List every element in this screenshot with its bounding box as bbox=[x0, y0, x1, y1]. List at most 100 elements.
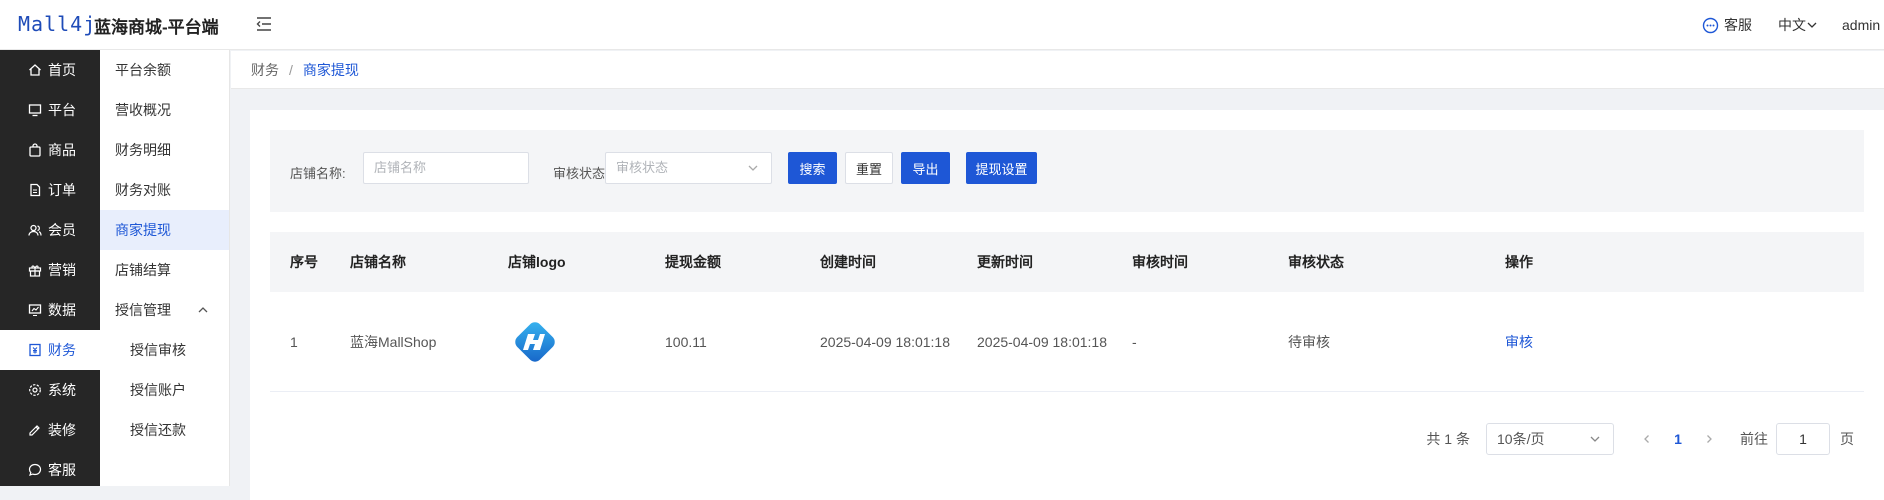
withdrawal-settings-button[interactable]: 提现设置 bbox=[966, 152, 1037, 184]
chevron-down-icon bbox=[1590, 436, 1600, 442]
chevron-right-icon bbox=[1707, 435, 1712, 443]
column-header: 提现金额 bbox=[665, 254, 721, 270]
status-placeholder: 审核状态 bbox=[616, 160, 669, 175]
submenu-item-shop-settlement[interactable]: 店铺结算 bbox=[100, 250, 229, 290]
sidebar-item-finance[interactable]: 财务 bbox=[0, 330, 100, 370]
sidebar-item-label: 客服 bbox=[48, 462, 76, 478]
submenu-item-credit-account[interactable]: 授信账户 bbox=[100, 370, 229, 410]
sidebar-item-label: 营销 bbox=[48, 262, 76, 278]
sidebar-item-members[interactable]: 会员 bbox=[0, 210, 100, 250]
column-header: 审核状态 bbox=[1288, 254, 1344, 270]
sidebar-item-data[interactable]: 数据 bbox=[0, 290, 100, 330]
table-header: 序号 店铺名称 店铺logo 提现金额 创建时间 更新时间 审核时间 审核状态 … bbox=[270, 232, 1864, 292]
language-select[interactable]: 中文 bbox=[1778, 15, 1818, 35]
submenu-item-label: 授信管理 bbox=[115, 302, 171, 318]
chevron-down-icon bbox=[1807, 22, 1817, 28]
breadcrumb: 财务 / 商家提现 bbox=[231, 51, 1884, 89]
row-index: 1 bbox=[290, 333, 298, 350]
row-shop-logo bbox=[508, 292, 562, 391]
chat-icon bbox=[28, 463, 42, 476]
column-header: 序号 bbox=[290, 254, 318, 270]
document-icon bbox=[30, 183, 41, 197]
home-icon bbox=[29, 64, 41, 76]
sidebar-item-orders[interactable]: 订单 bbox=[0, 170, 100, 210]
sidebar-item-label: 平台 bbox=[48, 102, 76, 118]
chart-icon bbox=[28, 304, 42, 317]
sidebar-item-marketing[interactable]: 营销 bbox=[0, 250, 100, 290]
status-label: 审核状态: bbox=[553, 166, 609, 181]
language-label: 中文 bbox=[1778, 17, 1806, 33]
submenu-item-finance-details[interactable]: 财务明细 bbox=[100, 130, 229, 170]
row-status: 待审核 bbox=[1288, 333, 1330, 350]
sidebar-item-label: 商品 bbox=[48, 142, 76, 158]
sidebar-item-label: 首页 bbox=[48, 62, 76, 78]
user-menu[interactable]: admin bbox=[1842, 17, 1884, 33]
breadcrumb-current: 商家提现 bbox=[302, 61, 359, 78]
brush-icon bbox=[29, 425, 40, 436]
menu-collapse-icon[interactable] bbox=[255, 15, 273, 33]
total-count: 共 1 条 bbox=[1426, 431, 1470, 447]
chevron-up-icon bbox=[198, 307, 208, 313]
breadcrumb-separator: / bbox=[289, 61, 293, 78]
sidebar-item-home[interactable]: 首页 bbox=[0, 50, 100, 90]
column-header: 创建时间 bbox=[820, 254, 876, 270]
goto-page-input[interactable]: 1 bbox=[1776, 423, 1830, 455]
export-button[interactable]: 导出 bbox=[901, 152, 950, 184]
status-select[interactable]: 审核状态 bbox=[605, 152, 772, 184]
shop-logo-image bbox=[515, 321, 555, 362]
pagination: 共 1 条 10条/页 1 前往 1 页 bbox=[1426, 422, 1854, 456]
audit-link[interactable]: 审核 bbox=[1505, 332, 1533, 352]
submenu-item-platform-balance[interactable]: 平台余额 bbox=[100, 50, 229, 90]
logo: Mall4j bbox=[18, 12, 97, 36]
reset-button[interactable]: 重置 bbox=[845, 152, 893, 184]
sidebar-item-service[interactable]: 客服 bbox=[0, 450, 100, 490]
gear-icon bbox=[29, 384, 41, 396]
top-bar: Mall4j 蓝海商城-平台端 客服 中文 admin bbox=[0, 0, 1884, 50]
prev-page-button[interactable] bbox=[1636, 431, 1658, 447]
sidebar-item-decoration[interactable]: 装修 bbox=[0, 410, 100, 450]
chevron-down-icon bbox=[748, 165, 758, 171]
primary-sidebar: 首页 平台 商品 订单 会员 营销 数据 财务 系统 装修 客服 bbox=[0, 50, 100, 486]
breadcrumb-parent[interactable]: 财务 bbox=[251, 60, 279, 80]
submenu-item-revenue-overview[interactable]: 营收概况 bbox=[100, 90, 229, 130]
app-title: 蓝海商城-平台端 bbox=[94, 18, 219, 37]
main-card: 店铺名称: 店铺名称 审核状态: 审核状态 搜索 重置 导出 提现设置 序号 店… bbox=[250, 110, 1884, 500]
users-icon bbox=[28, 224, 42, 236]
sidebar-item-label: 装修 bbox=[48, 422, 76, 438]
column-header: 店铺名称 bbox=[350, 254, 406, 270]
next-page-button[interactable] bbox=[1698, 431, 1720, 447]
page-size-label: 10条/页 bbox=[1497, 431, 1545, 447]
shop-name-label: 店铺名称: bbox=[290, 166, 346, 181]
page-size-select[interactable]: 10条/页 bbox=[1486, 423, 1614, 455]
submenu-item-merchant-withdrawal[interactable]: 商家提现 bbox=[100, 210, 229, 250]
page-number[interactable]: 1 bbox=[1658, 431, 1698, 447]
sidebar-item-platform[interactable]: 平台 bbox=[0, 90, 100, 130]
row-created-time: 2025-04-09 18:01:18 bbox=[820, 333, 950, 350]
chat-icon bbox=[1702, 17, 1719, 33]
monitor-icon bbox=[28, 104, 42, 117]
column-header: 店铺logo bbox=[508, 254, 566, 270]
shop-name-input[interactable]: 店铺名称 bbox=[363, 152, 529, 184]
row-shop-name: 蓝海MallShop bbox=[350, 333, 437, 350]
customer-service-button[interactable]: 客服 bbox=[1702, 15, 1752, 35]
goto-label: 前往 bbox=[1740, 431, 1768, 447]
sidebar-item-label: 会员 bbox=[48, 222, 76, 238]
sidebar-item-label: 订单 bbox=[48, 182, 76, 198]
submenu-item-credit-repayment[interactable]: 授信还款 bbox=[100, 410, 229, 450]
submenu-item-credit-management[interactable]: 授信管理 bbox=[100, 290, 229, 330]
chevron-left-icon bbox=[1644, 435, 1649, 443]
row-audit-time: - bbox=[1132, 333, 1137, 350]
page-suffix: 页 bbox=[1840, 431, 1854, 447]
sidebar-item-system[interactable]: 系统 bbox=[0, 370, 100, 410]
submenu-item-reconciliation[interactable]: 财务对账 bbox=[100, 170, 229, 210]
sidebar-item-label: 数据 bbox=[48, 302, 76, 318]
sidebar-item-products[interactable]: 商品 bbox=[0, 130, 100, 170]
secondary-sidebar: 平台余额 营收概况 财务明细 财务对账 商家提现 店铺结算 授信管理 授信审核 … bbox=[100, 50, 230, 486]
service-label: 客服 bbox=[1724, 17, 1752, 33]
filter-bar: 店铺名称: 店铺名称 审核状态: 审核状态 搜索 重置 导出 提现设置 bbox=[270, 130, 1864, 212]
column-header: 审核时间 bbox=[1132, 254, 1188, 270]
submenu-item-credit-review[interactable]: 授信审核 bbox=[100, 330, 229, 370]
search-button[interactable]: 搜索 bbox=[788, 152, 837, 184]
row-updated-time: 2025-04-09 18:01:18 bbox=[977, 333, 1107, 350]
sidebar-item-label: 财务 bbox=[48, 342, 76, 358]
